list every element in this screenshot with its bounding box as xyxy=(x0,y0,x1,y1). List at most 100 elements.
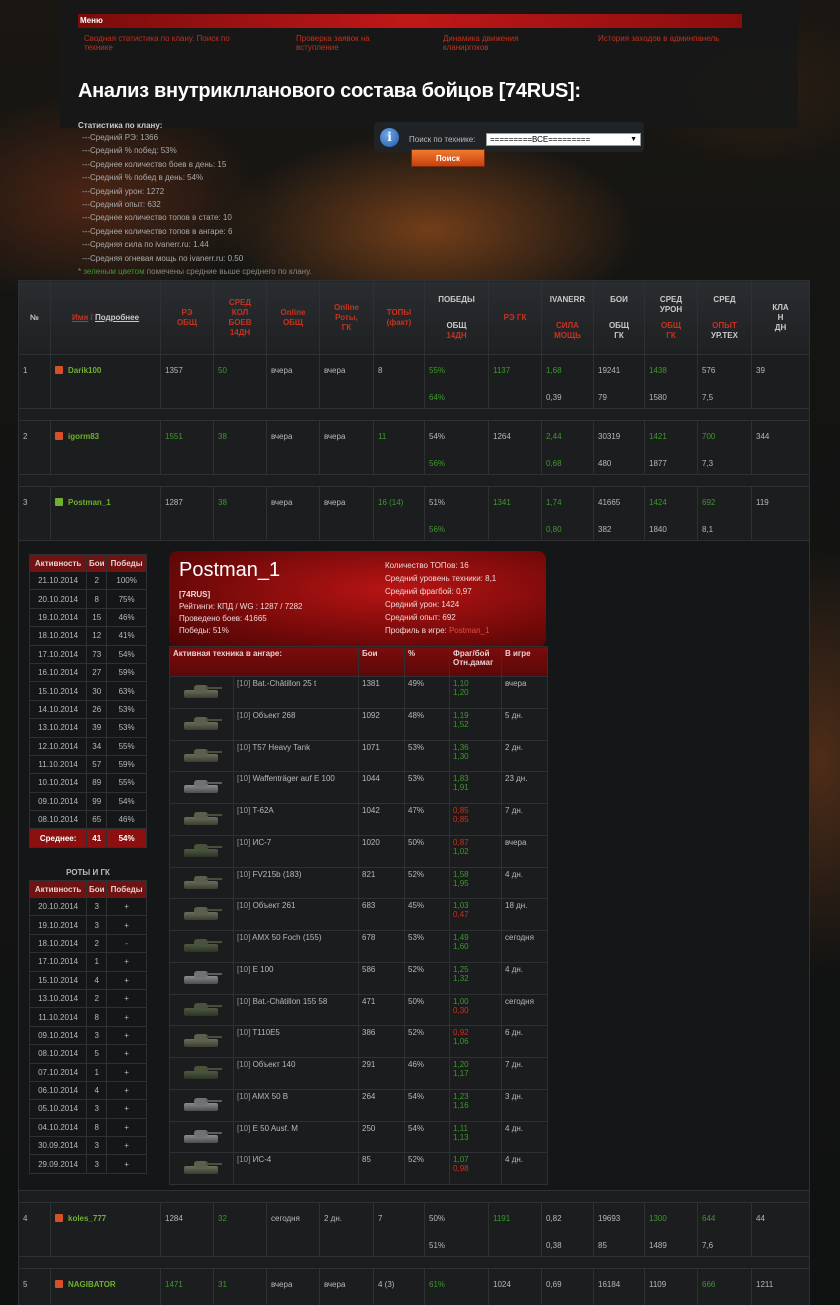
player-name-wrap[interactable]: igorm83 xyxy=(55,432,160,441)
tank-row[interactable]: [10] FV215b (183) 821 52% 1,58 1,95 4 дн. xyxy=(169,866,549,900)
player-name-name[interactable]: Darik100 xyxy=(66,366,101,375)
col-re-gk[interactable]: РЭ ГК xyxy=(488,280,542,355)
col-cl-l1: КЛА xyxy=(772,302,789,312)
col-online-gk[interactable]: Online Роты, ГК xyxy=(319,280,374,355)
tank-last: 4 дн. xyxy=(501,1120,549,1154)
activity-cell: 100% xyxy=(106,570,147,591)
col-iv-l2[interactable]: СИЛА xyxy=(556,321,579,330)
player-xp-xp: 666 xyxy=(702,1280,716,1289)
player-wins-cell: 61%60% xyxy=(425,1269,488,1305)
tank-name-cell: [10] T57 Heavy Tank xyxy=(232,739,360,773)
tank-icon xyxy=(180,873,224,891)
tank-row[interactable]: [10] E 50 Ausf. M 250 54% 1,11 1,13 4 дн. xyxy=(169,1120,549,1154)
expand-icon[interactable] xyxy=(55,1280,63,1288)
col-cl-l2: Н xyxy=(777,312,784,322)
tank-name: Объект 261 xyxy=(252,901,296,911)
player-ivanerr-iv_power: 1,74 xyxy=(546,498,562,507)
col-d-l4[interactable]: ГК xyxy=(666,331,675,340)
tank-frag: 0,92 xyxy=(453,1028,469,1038)
tank-row[interactable]: [10] ИС-7 1020 50% 0,87 1,02 вчера xyxy=(169,834,549,868)
player-row[interactable]: 5 NAGIBATOR 1471 31 вчера вчера 4 (3) 61%60% 102… xyxy=(18,1268,810,1305)
tank-battles: 1042 xyxy=(358,803,406,836)
col-re[interactable]: РЭ ОБЩ xyxy=(160,280,214,355)
player-wins-win14: 56% xyxy=(429,525,446,534)
expand-icon[interactable] xyxy=(55,366,63,374)
col-xp-l2[interactable]: ОПЫТ xyxy=(712,321,737,330)
player-name[interactable]: igorm83 xyxy=(50,420,161,475)
menu-link-applications[interactable]: Проверка заявок на вступление xyxy=(296,34,406,52)
tank-row[interactable]: [10] E 100 586 52% 1,25 1,32 4 дн. xyxy=(169,961,549,995)
player-name[interactable]: koles_777 xyxy=(50,1202,161,1257)
tank-row[interactable]: [10] Bat.-Châtillon 155 58 471 50% 1,00 0,30… xyxy=(169,993,549,1027)
player-name[interactable]: NAGIBATOR xyxy=(50,1268,161,1305)
tank-name-cell: [10] ИС-4 xyxy=(232,1152,360,1185)
player-name-wrap[interactable]: Postman_1 xyxy=(55,498,160,507)
menu-link-admin-history[interactable]: История заходов в админпанель xyxy=(598,34,748,43)
col-iv-l3[interactable]: МОЩЬ xyxy=(554,331,581,340)
company-cell: 8 xyxy=(86,1007,108,1027)
activity-cell: 54% xyxy=(106,791,147,812)
activity-row: 14.10.2014 26 53% xyxy=(28,699,147,720)
player-row[interactable]: 2 igorm83 1551 38 вчера вчера 11 54% 56% 1264 2,44… xyxy=(18,420,810,475)
col-d-l3[interactable]: ОБЩ xyxy=(661,321,681,330)
vehicle-select[interactable]: =========ВСЕ========= ▼ xyxy=(486,133,641,146)
player-battles-cell: 30319 480 xyxy=(594,421,644,474)
expand-icon[interactable] xyxy=(55,432,63,440)
player-damage-dmg: 1109 xyxy=(649,1280,667,1289)
player-re-gk: 1024 xyxy=(488,1268,542,1305)
tank-rel-dmg: 1,91 xyxy=(453,783,469,793)
player-name-wrap[interactable]: NAGIBATOR xyxy=(55,1280,160,1289)
tank-row[interactable]: [10] AMX 50 Foch (155) 678 53% 1,49 1,60 сего… xyxy=(169,930,549,963)
col-avg-battles[interactable]: СРЕД КОЛ БОЕВ 14ДН xyxy=(213,280,267,355)
col-name[interactable]: Имя / Подробнее xyxy=(50,280,161,355)
tank-row[interactable]: [10] Объект 261 683 45% 1,03 0,47 18 дн. xyxy=(169,898,549,931)
player-clan-days-cell: 119 xyxy=(752,487,809,540)
company-row: 29.09.2014 3 + xyxy=(28,1154,147,1174)
expand-icon[interactable] xyxy=(55,498,63,506)
tank-name: E 50 Ausf. M xyxy=(252,1123,298,1133)
player-name-name[interactable]: Postman_1 xyxy=(66,498,111,507)
tank-row[interactable]: [10] T110E5 386 52% 0,92 1,06 6 дн. xyxy=(169,1025,549,1058)
col-online[interactable]: Online ОБЩ xyxy=(266,280,320,355)
player-name-wrap[interactable]: Darik100 xyxy=(55,366,160,375)
player-xp-cell: 692 8,1 xyxy=(698,487,751,540)
company-cell: + xyxy=(106,1080,147,1101)
tank-battles: 1381 xyxy=(358,676,406,709)
player-name-wrap[interactable]: koles_777 xyxy=(55,1214,160,1223)
col-tops[interactable]: ТОПЫ (факт) xyxy=(373,280,425,355)
col-ong-l2: Роты, xyxy=(335,312,358,322)
col-wins-l3[interactable]: 14ДН xyxy=(446,331,466,340)
tank-row[interactable]: [10] Объект 140 291 46% 1,20 1,17 7 дн. xyxy=(169,1057,549,1090)
tank-row[interactable]: [10] Объект 268 1092 48% 1,19 1,52 5 дн. xyxy=(169,707,549,741)
tank-icon-gun xyxy=(205,1036,222,1039)
expand-icon[interactable] xyxy=(55,1214,63,1222)
player-name-name[interactable]: igorm83 xyxy=(66,432,99,441)
menu-link-dynamics[interactable]: Динамика движения кланиргоков xyxy=(443,34,543,52)
menu-link-clan-stats[interactable]: Сводная статистика по клану. Поиск по те… xyxy=(84,34,259,52)
player-damage: 1421 1877 xyxy=(644,420,698,475)
search-button[interactable]: Поиск xyxy=(411,149,485,167)
player-row[interactable]: 4 koles_777 1284 32 сегодня 2 дн. 7 50% 51% 1191 0… xyxy=(18,1202,810,1257)
player-name-name[interactable]: koles_777 xyxy=(66,1214,106,1223)
tank-icon-gun xyxy=(205,782,222,785)
player-row[interactable]: 3 Postman_1 1287 38 вчера вчера 16 (14) 51% 56% 1… xyxy=(18,486,810,541)
player-name[interactable]: Darik100 xyxy=(50,354,161,409)
tank-icon-gun xyxy=(205,1004,222,1007)
tank-row[interactable]: [10] Waffenträger auf E 100 1044 53% 1,83 1,… xyxy=(169,771,549,804)
player-name[interactable]: Postman_1 xyxy=(50,486,161,541)
player-name-name[interactable]: NAGIBATOR xyxy=(66,1280,116,1289)
profile-link[interactable]: Postman_1 xyxy=(449,626,489,635)
company-row: 05.10.2014 3 + xyxy=(28,1099,147,1119)
tank-icon xyxy=(180,1127,224,1145)
tank-row[interactable]: [10] ИС-4 85 52% 1,07 0,98 4 дн. xyxy=(169,1152,549,1185)
tank-row[interactable]: [10] Bat.-Châtillon 25 t 1381 49% 1,10 1,20 в… xyxy=(169,676,549,709)
stat-line: ---Среднее количество топов в ангаре: 6 xyxy=(82,226,233,236)
player-re: 1284 xyxy=(160,1202,214,1257)
player-row[interactable]: 1 Darik100 1357 50 вчера вчера 8 55% 64% 1137 1,68… xyxy=(18,354,810,409)
company-cell: + xyxy=(106,952,147,972)
tank-last: 2 дн. xyxy=(501,739,549,773)
player-tops-cell: 8 xyxy=(374,355,424,408)
tank-row[interactable]: [10] T57 Heavy Tank 1071 53% 1,36 1,30 2 дн. xyxy=(169,739,549,773)
tank-row[interactable]: [10] T-62A 1042 47% 0,85 0,85 7 дн. xyxy=(169,803,549,836)
tank-row[interactable]: [10] AMX 50 B 264 54% 1,23 1,16 3 дн. xyxy=(169,1088,549,1122)
